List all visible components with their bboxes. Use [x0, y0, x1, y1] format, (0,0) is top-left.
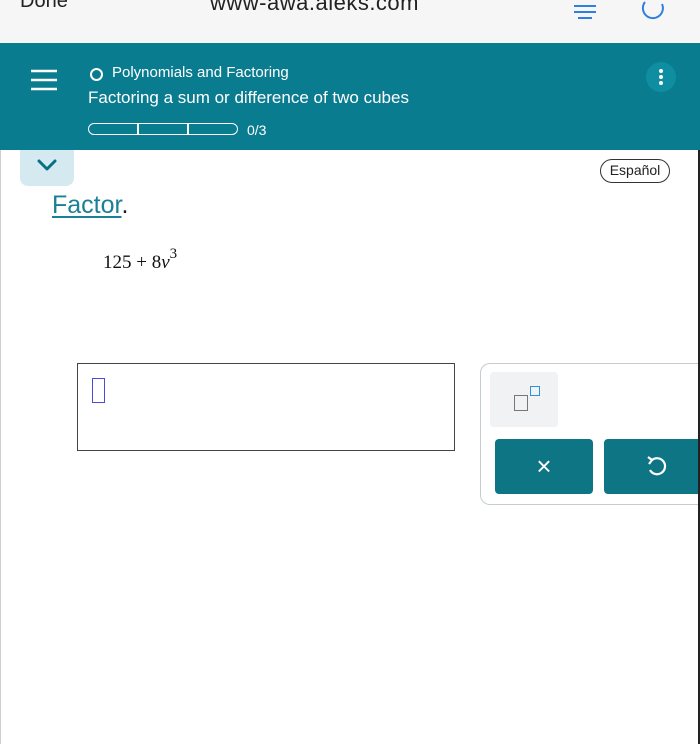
- page-edge: [0, 150, 1, 744]
- reload-icon[interactable]: [640, 0, 666, 22]
- problem-instruction: Factor.: [52, 191, 128, 220]
- instruction-period: .: [121, 191, 129, 219]
- topic-title: Polynomials and Factoring: [112, 64, 289, 81]
- progress-segment: [88, 123, 138, 135]
- expression-exponent: 3: [169, 246, 178, 262]
- answer-input[interactable]: [77, 363, 455, 451]
- collapse-header-button[interactable]: [20, 150, 74, 186]
- reader-icon[interactable]: [570, 4, 600, 20]
- instruction-link[interactable]: Factor: [52, 191, 121, 219]
- answer-cursor-placeholder[interactable]: [92, 378, 105, 403]
- menu-icon[interactable]: [27, 65, 61, 95]
- expression-variable: v: [161, 252, 170, 273]
- language-toggle-button[interactable]: Español: [600, 159, 670, 183]
- topic-status-icon: [90, 68, 103, 81]
- lesson-header: Polynomials and Factoring Factoring a su…: [0, 43, 700, 150]
- undo-icon: [647, 456, 667, 476]
- expression-coefficient: 8: [151, 252, 162, 273]
- undo-button[interactable]: [604, 439, 700, 494]
- problem-expression: 125 + 8v3: [103, 246, 177, 274]
- more-vertical-icon[interactable]: [646, 62, 676, 92]
- progress-segment: [188, 123, 238, 135]
- progress-segment: [138, 123, 188, 135]
- exponent-power-box: [530, 386, 540, 396]
- browser-toolbar: Done www-awa.aleks.com: [0, 0, 700, 44]
- progress-bar: [88, 123, 238, 137]
- expression-operator: +: [136, 252, 147, 273]
- done-button[interactable]: Done: [20, 0, 68, 13]
- chevron-down-icon: [37, 159, 57, 171]
- lesson-title: Factoring a sum or difference of two cub…: [88, 88, 409, 107]
- expression-constant: 125: [103, 252, 132, 273]
- clear-button[interactable]: ×: [495, 439, 593, 494]
- address-bar-url[interactable]: www-awa.aleks.com: [210, 0, 419, 16]
- exponent-button[interactable]: [490, 372, 558, 427]
- math-keypad: ×: [480, 363, 700, 505]
- exponent-template-icon: [514, 395, 528, 411]
- progress-count: 0/3: [247, 122, 267, 138]
